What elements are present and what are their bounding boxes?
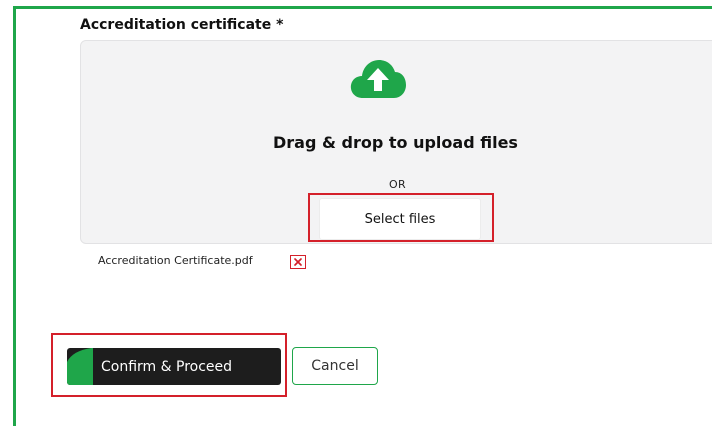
dropzone-or-text: OR — [389, 178, 406, 191]
remove-file-button[interactable] — [290, 255, 306, 269]
highlight-box-select-files — [308, 193, 494, 242]
field-label-accreditation: Accreditation certificate * — [80, 17, 284, 33]
cloud-upload-icon — [350, 60, 406, 98]
cancel-button[interactable]: Cancel — [292, 347, 378, 385]
highlight-box-confirm — [51, 333, 287, 397]
uploaded-file-name: Accreditation Certificate.pdf — [98, 254, 253, 267]
close-icon — [294, 258, 302, 266]
